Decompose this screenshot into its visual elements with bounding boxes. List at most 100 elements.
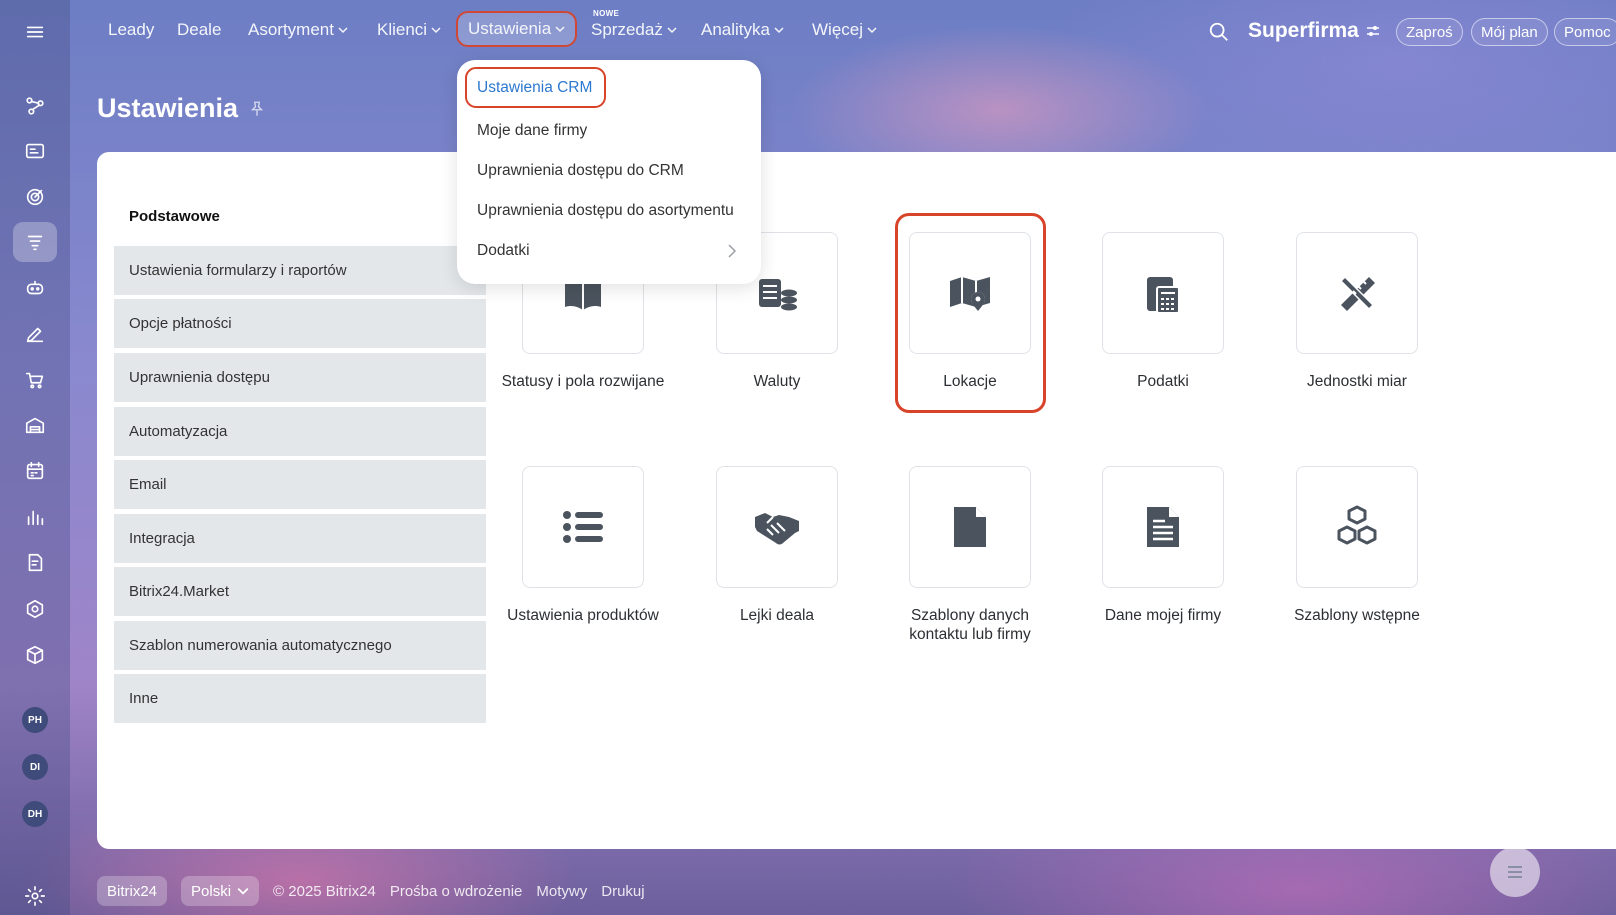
left-rail: PH DI DH (0, 0, 70, 915)
tile-label: Szablony danych kontaktu lub firmy (909, 607, 1031, 643)
avatar[interactable]: PH (22, 707, 48, 733)
menu-icon[interactable] (13, 12, 57, 52)
tile-preset-templates[interactable] (1296, 466, 1418, 588)
nav-label: Więcej (812, 20, 864, 39)
settings-dropdown-menu: Ustawienia CRM Moje dane firmy Uprawnien… (457, 60, 761, 284)
hexagon-icon[interactable] (13, 589, 57, 629)
robot-icon[interactable] (13, 268, 57, 308)
target-icon[interactable] (13, 177, 57, 217)
crm-icon[interactable] (13, 86, 57, 126)
menu-item-my-company-data[interactable]: Moje dane firmy (477, 122, 587, 140)
tile-deal-pipelines[interactable] (716, 466, 838, 588)
ruler-pencil-icon (1339, 275, 1375, 311)
chevron-right-icon (728, 244, 737, 258)
nav-sprzedaz[interactable]: Sprzedaż (591, 20, 677, 40)
language-select[interactable]: Polski (181, 876, 260, 906)
funnel-icon[interactable] (13, 222, 57, 262)
box-icon[interactable] (13, 635, 57, 675)
tile-company-data[interactable] (1102, 466, 1224, 588)
section-title: Podstawowe (129, 208, 220, 225)
logo-text: Bitrix24 (107, 882, 158, 900)
warehouse-icon[interactable] (13, 405, 57, 445)
tile-label: Statusy i pola rozwijane (501, 373, 665, 390)
contacts-card-icon[interactable] (13, 131, 57, 171)
footer-link-themes[interactable]: Motywy (536, 883, 587, 900)
document-sign-icon[interactable] (13, 543, 57, 583)
menu-item-catalog-access[interactable]: Uprawnienia dostępu do asortymentu (477, 202, 734, 220)
chevron-down-icon (431, 27, 441, 34)
document-icon (1147, 507, 1179, 547)
tile-product-settings[interactable] (522, 466, 644, 588)
nav-asortyment[interactable]: Asortyment (248, 20, 348, 40)
nav-label: Leady (108, 20, 155, 39)
nav-ustawienia[interactable]: Ustawienia (456, 11, 578, 47)
file-icon (954, 507, 986, 547)
pin-icon[interactable] (248, 100, 266, 118)
coins-icon (759, 279, 797, 311)
nav-label: Sprzedaż (591, 20, 663, 39)
nav-label: Analityka (701, 20, 770, 39)
chat-button[interactable] (1490, 847, 1540, 897)
my-plan-button[interactable]: Mój plan (1471, 18, 1548, 46)
menu-item-label: Dodatki (477, 242, 530, 259)
sidebar-item-auto-numbering[interactable]: Szablon numerowania automatycznego (114, 621, 486, 670)
new-badge: NOWE (593, 9, 620, 18)
invite-button[interactable]: Zaproś (1396, 18, 1463, 46)
menu-item-crm-settings[interactable]: Ustawienia CRM (465, 67, 606, 108)
sidebar-item-integration[interactable]: Integracja (114, 514, 486, 563)
sliders-icon (1366, 26, 1379, 36)
cart-icon[interactable] (13, 360, 57, 400)
chevron-down-icon (237, 887, 249, 895)
tile-label: Podatki (1137, 373, 1189, 390)
tile-label: Lejki deala (739, 607, 815, 624)
menu-item-addons[interactable]: Dodatki (477, 242, 737, 260)
sidebar-item-access-rights[interactable]: Uprawnienia dostępu (114, 353, 486, 402)
nav-analityka[interactable]: Analityka (701, 20, 784, 40)
menu-item-crm-access[interactable]: Uprawnienia dostępu do CRM (477, 162, 684, 180)
menu-item-label: Ustawienia CRM (477, 78, 593, 96)
sidebar-item-automation[interactable]: Automatyzacja (114, 407, 486, 456)
nav-wiecej[interactable]: Więcej (812, 20, 877, 40)
help-button[interactable]: Pomoc (1554, 18, 1616, 46)
tile-units[interactable] (1296, 232, 1418, 354)
nav-klienci[interactable]: Klienci (377, 20, 441, 40)
tile-label: Ustawienia produktów (507, 607, 659, 624)
footer: Bitrix24 Polski © 2025 Bitrix24 Prośba o… (97, 876, 645, 906)
nav-deale[interactable]: Deale (177, 20, 221, 40)
settings-gear-icon[interactable] (13, 876, 57, 915)
nav-label: Deale (177, 20, 222, 39)
avatar[interactable]: DI (22, 754, 48, 780)
chevron-down-icon (667, 27, 677, 34)
tile-contact-templates[interactable] (909, 466, 1031, 588)
language-label: Polski (191, 882, 232, 900)
sidebar-item-forms-reports[interactable]: Ustawienia formularzy i raportów (114, 246, 486, 295)
page-title-text: Ustawienia (97, 93, 239, 123)
analytics-icon[interactable] (13, 497, 57, 537)
sidebar-item-email[interactable]: Email (114, 460, 486, 509)
chevron-down-icon (338, 27, 348, 34)
sidebar-item-payment-options[interactable]: Opcje płatności (114, 299, 486, 348)
avatar[interactable]: DH (22, 801, 48, 827)
footer-link-implementation[interactable]: Prośba o wdrożenie (390, 883, 523, 900)
edit-icon[interactable] (13, 314, 57, 354)
nav-label: Ustawienia (468, 19, 552, 38)
nav-label: Asortyment (248, 20, 334, 39)
cubes-icon (1337, 505, 1377, 545)
list-icon (563, 511, 603, 543)
handshake-icon (755, 513, 799, 545)
nav-leady[interactable]: Leady (108, 20, 154, 40)
footer-link-print[interactable]: Drukuj (601, 883, 644, 900)
brand-name[interactable]: Superfirma (1248, 19, 1381, 43)
search-icon[interactable] (1208, 21, 1230, 48)
sidebar-item-market[interactable]: Bitrix24.Market (114, 567, 486, 616)
calendar-icon[interactable] (13, 451, 57, 491)
bitrix-logo[interactable]: Bitrix24 (97, 876, 168, 906)
page-title: Ustawienia (97, 93, 266, 124)
highlight-frame (895, 213, 1046, 413)
chevron-down-icon (774, 27, 784, 34)
top-navigation: Leady Deale Asortyment Klienci Ustawieni… (70, 0, 1616, 64)
tile-taxes[interactable] (1102, 232, 1224, 354)
tile-label: Dane mojej firmy (1104, 607, 1222, 624)
sidebar-item-other[interactable]: Inne (114, 674, 486, 723)
copyright: © 2025 Bitrix24 (273, 882, 376, 900)
